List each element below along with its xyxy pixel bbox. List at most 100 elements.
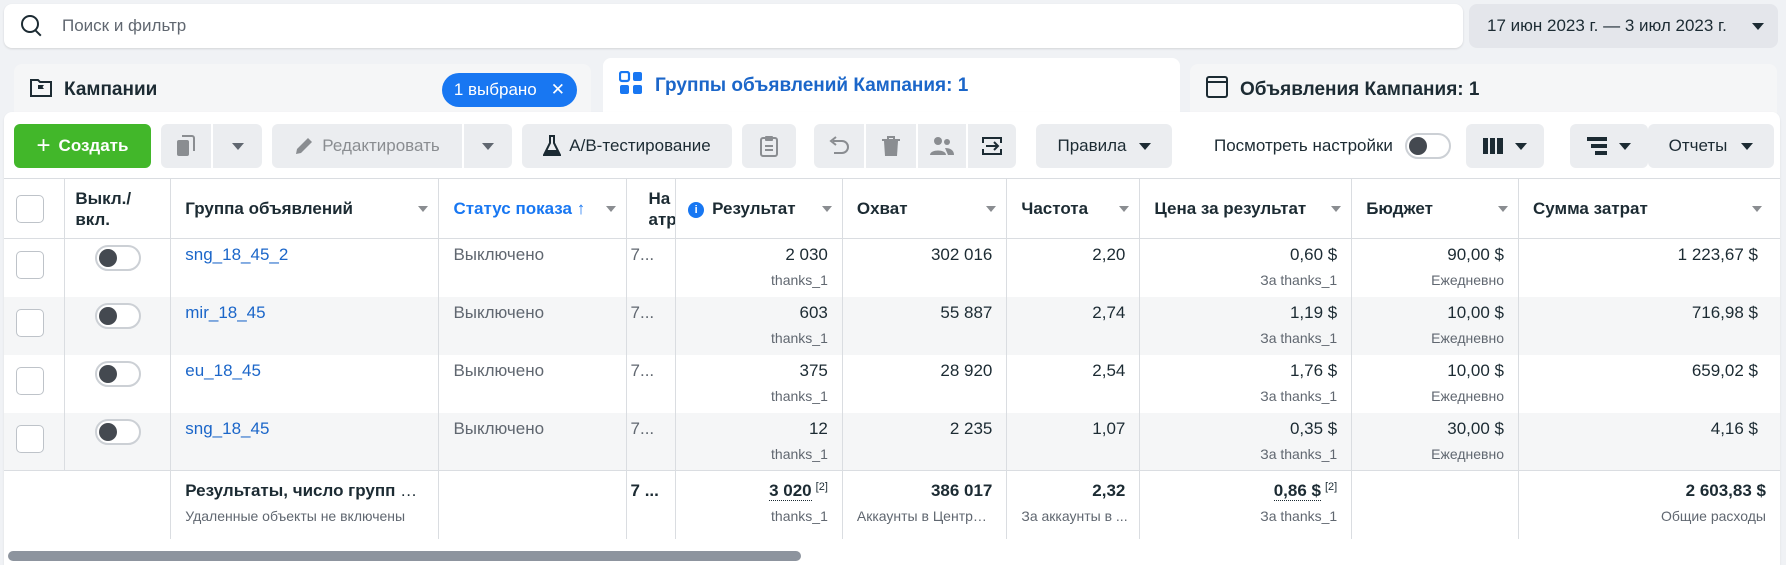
col-reach[interactable]: Охват [842,178,1008,239]
col-label: Цена за результат [1154,198,1307,218]
chevron-down-icon [482,142,494,150]
breakdown-button[interactable] [1570,124,1648,168]
budget-value: 10,00 $ [1447,360,1504,380]
horizontal-scrollbar[interactable] [8,551,801,561]
col-spend[interactable]: Сумма затрат [1518,178,1780,239]
sort-caret-icon[interactable] [605,206,616,212]
reports-label: Отчеты [1668,136,1728,155]
col-budget[interactable]: Бюджет [1351,178,1519,239]
row-result-cell: 603 thanks_1 [675,296,843,355]
totals-spend-sub: Общие расходы [1660,508,1766,524]
table-row[interactable]: eu_18_45 Выключено 7... 375 thanks_1 28 9… [4,354,1780,413]
sort-caret-icon[interactable] [1497,206,1508,212]
totals-result[interactable]: 3 020 [769,481,812,501]
adset-name-link[interactable]: mir_18_45 [185,303,265,322]
duplicate-button[interactable] [161,124,211,168]
sort-caret-icon[interactable] [986,206,997,212]
duplicate-menu-button[interactable] [213,124,262,168]
row-checkbox[interactable] [16,424,44,453]
tab-ads[interactable]: Объявления Кампания: 1 [1190,64,1777,116]
view-settings-toggle[interactable] [1404,133,1451,159]
chevron-down-icon [231,142,244,150]
adset-name-link[interactable]: sng_18_45 [185,419,269,438]
cost-sub: За thanks_1 [1260,445,1338,462]
export-button[interactable] [968,124,1016,168]
row-checkbox[interactable] [16,251,44,279]
search-bar[interactable] [4,4,1463,48]
totals-cost[interactable]: 0,86 $ [1273,481,1321,501]
row-checkbox[interactable] [16,308,44,337]
audience-button[interactable] [918,124,966,168]
select-all-checkbox[interactable] [16,194,44,223]
info-icon[interactable]: i [688,201,705,218]
row-frequency-cell: 1,07 [1006,412,1141,471]
view-settings: Посмотреть настройки [1214,124,1451,168]
adset-name-link[interactable]: sng_18_45_2 [185,245,288,264]
tab-campaigns[interactable]: Кампании 1 выбрано ✕ [14,64,591,116]
ab-test-label: A/B-тестирование [569,136,711,155]
delivery-status: Выключено [453,360,545,380]
row-toggle-cell [64,412,172,471]
col-status[interactable]: Статус показа ↑ [438,178,627,239]
col-cost-per-result[interactable]: Цена за результат [1139,178,1353,239]
table-row[interactable]: sng_18_45_2 Выключено 7... 2 030 thanks_1… [4,238,1780,297]
delete-button[interactable] [866,124,916,168]
row-toggle[interactable] [94,418,141,445]
row-result-cell: 375 thanks_1 [675,354,843,413]
undo-button[interactable] [814,124,864,168]
ab-test-button[interactable]: A/B-тестирование [522,124,732,168]
grid-icon [618,70,643,101]
sort-caret-icon[interactable] [418,206,429,212]
clipboard-button[interactable] [742,124,796,168]
budget-sub: Ежедневно [1431,272,1504,288]
close-icon[interactable]: ✕ [551,80,565,100]
clipboard-icon [760,136,778,157]
cost-value: 1,76 $ [1289,360,1338,380]
badge-label: 1 выбрано [453,80,537,99]
row-toggle[interactable] [94,360,141,387]
col-result[interactable]: i Результат [675,178,843,239]
sort-caret-icon[interactable] [821,206,832,212]
row-checkbox[interactable] [16,366,44,395]
table-row[interactable]: sng_18_45 Выключено 7... 12 thanks_1 2 23… [4,412,1780,471]
col-frequency[interactable]: Частота [1006,178,1141,239]
export-icon [982,137,1002,155]
chevron-down-icon [1515,142,1527,150]
edit-button[interactable]: Редактировать [272,124,462,168]
attribution-value: 7... [630,360,655,380]
create-button[interactable]: + Создать [14,124,151,168]
frequency-value: 1,07 [1092,418,1126,438]
rules-button[interactable]: Правила [1036,124,1172,168]
chevron-down-icon [1752,22,1764,30]
sort-caret-icon[interactable] [1331,206,1342,212]
row-toggle[interactable] [94,245,141,271]
sort-caret-icon[interactable] [1119,206,1130,212]
totals-frequency-cell: 2,32 За аккаунты в ... [1006,470,1141,539]
row-frequency-cell: 2,20 [1006,238,1141,297]
col-attribution[interactable]: На атр [626,178,677,239]
search-input[interactable] [62,16,1362,36]
date-range-picker[interactable]: 17 июн 2023 г. — 3 июл 2023 г. [1469,4,1778,48]
frequency-value: 2,20 [1092,245,1126,264]
totals-blank [1351,470,1519,539]
tab-adsets[interactable]: Группы объявлений Кампания: 1 [603,58,1180,114]
result-sub: thanks_1 [771,272,828,288]
columns-icon [1483,138,1503,154]
col-name[interactable]: Группа объявлений [170,178,440,239]
budget-sub: Ежедневно [1431,387,1504,404]
selected-badge[interactable]: 1 выбрано ✕ [441,73,577,107]
edit-menu-button[interactable] [464,124,512,168]
sort-caret-icon[interactable] [1752,206,1762,212]
table-row[interactable]: mir_18_45 Выключено 7... 603 thanks_1 55 … [4,296,1780,355]
adset-name-link[interactable]: eu_18_45 [185,361,261,380]
totals-blank [4,470,65,539]
budget-sub: Ежедневно [1431,445,1504,462]
totals-label: Результаты, число групп о... [185,481,425,500]
columns-button[interactable] [1466,124,1544,168]
row-toggle[interactable] [94,302,141,329]
col-toggle[interactable]: Выкл./ вкл. [64,178,172,239]
row-budget-cell: 10,00 $ Ежедневно [1351,296,1519,355]
row-cost-cell: 0,35 $ За thanks_1 [1139,412,1353,471]
reports-button[interactable]: Отчеты [1648,124,1774,168]
row-frequency-cell: 2,74 [1006,296,1141,355]
